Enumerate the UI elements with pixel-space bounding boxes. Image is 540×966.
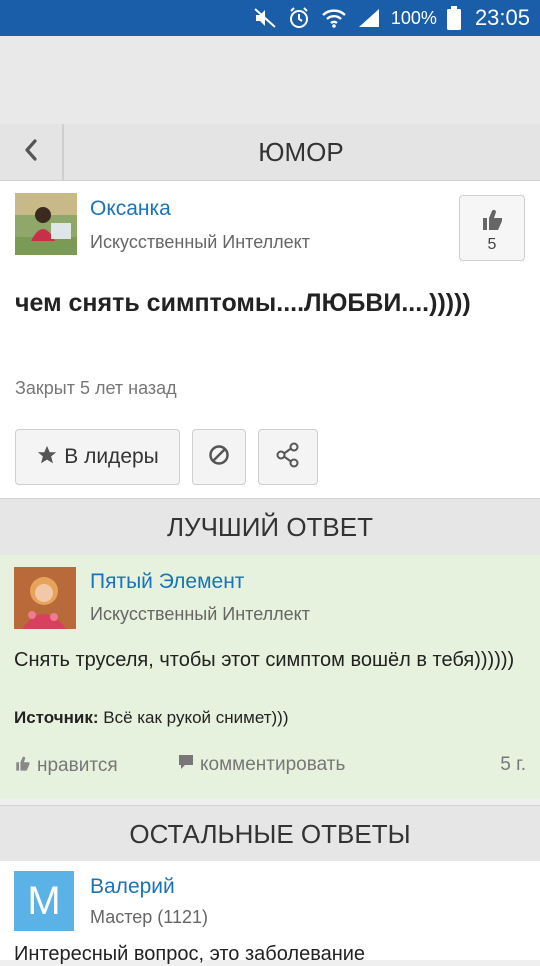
battery-percent: 100% — [390, 7, 437, 28]
answer-list-item: M Валерий Мастер (1121) Интересный вопро… — [0, 861, 540, 965]
comment-action-label: комментировать — [200, 754, 346, 775]
block-icon — [208, 444, 230, 471]
avatar[interactable] — [15, 193, 77, 255]
source-label: Источник: — [14, 708, 99, 727]
source-text: Всё как рукой снимет))) — [103, 708, 289, 727]
status-bar: 100% 23:05 — [0, 0, 540, 36]
best-answer-author-rank: Искусственный Интеллект — [90, 604, 310, 624]
star-icon — [36, 444, 58, 471]
other-answers-header: ОСТАЛЬНЫЕ ОТВЕТЫ — [0, 805, 540, 863]
avatar[interactable]: M — [14, 871, 74, 931]
question-title: чем снять симптомы....ЛЮБВИ....))))) — [15, 289, 471, 317]
comment-action[interactable]: комментировать — [178, 754, 345, 776]
thumbs-up-icon — [480, 206, 504, 237]
report-button[interactable] — [192, 429, 246, 485]
signal-icon — [357, 7, 381, 29]
answer-text: Интересный вопрос, это заболевание — [14, 943, 366, 965]
avatar[interactable] — [14, 567, 76, 629]
clock-time: 23:05 — [474, 5, 530, 30]
best-answer-actions: нравится комментировать 5 г. — [14, 754, 526, 778]
back-button[interactable] — [0, 124, 64, 180]
like-action[interactable]: нравится — [14, 754, 118, 778]
thumbs-up-icon — [14, 754, 31, 778]
best-answer-header: ЛУЧШИЙ ОТВЕТ — [0, 498, 540, 556]
question-author-rank: Искусственный Интеллект — [90, 232, 310, 252]
comment-icon — [178, 754, 194, 776]
answer-author-rank: Мастер (1121) — [90, 907, 208, 927]
category-navbar: ЮМОР — [0, 124, 540, 181]
chevron-left-icon — [23, 138, 39, 167]
leaders-button-label: В лидеры — [64, 445, 159, 468]
answer-age: 5 г. — [500, 754, 526, 775]
share-button[interactable] — [258, 429, 318, 485]
answer-author-name[interactable]: Валерий — [90, 875, 175, 899]
toolbar-spacer — [0, 36, 540, 124]
share-icon — [275, 442, 301, 473]
best-answer-card: Пятый Элемент Искусственный Интеллект Сн… — [0, 555, 540, 799]
mute-icon — [253, 7, 277, 29]
category-title: ЮМОР — [258, 136, 344, 167]
question-author-name[interactable]: Оксанка — [90, 197, 171, 221]
question-like-count: 5 — [487, 236, 497, 253]
question-status: Закрыт 5 лет назад — [15, 378, 177, 398]
question-like-button[interactable]: 5 — [459, 195, 525, 261]
question-card: Оксанка Искусственный Интеллект 5 чем сн… — [0, 181, 540, 498]
like-action-label: нравится — [37, 755, 118, 776]
best-answer-author-name[interactable]: Пятый Элемент — [90, 570, 244, 594]
leaders-button[interactable]: В лидеры — [15, 429, 180, 485]
wifi-icon — [321, 7, 347, 29]
best-answer-source: Источник: Всё как рукой снимет))) — [14, 708, 288, 728]
best-answer-text: Снять труселя, чтобы этот симптом вошёл … — [14, 649, 515, 671]
battery-icon — [446, 6, 461, 30]
alarm-icon — [287, 6, 311, 30]
